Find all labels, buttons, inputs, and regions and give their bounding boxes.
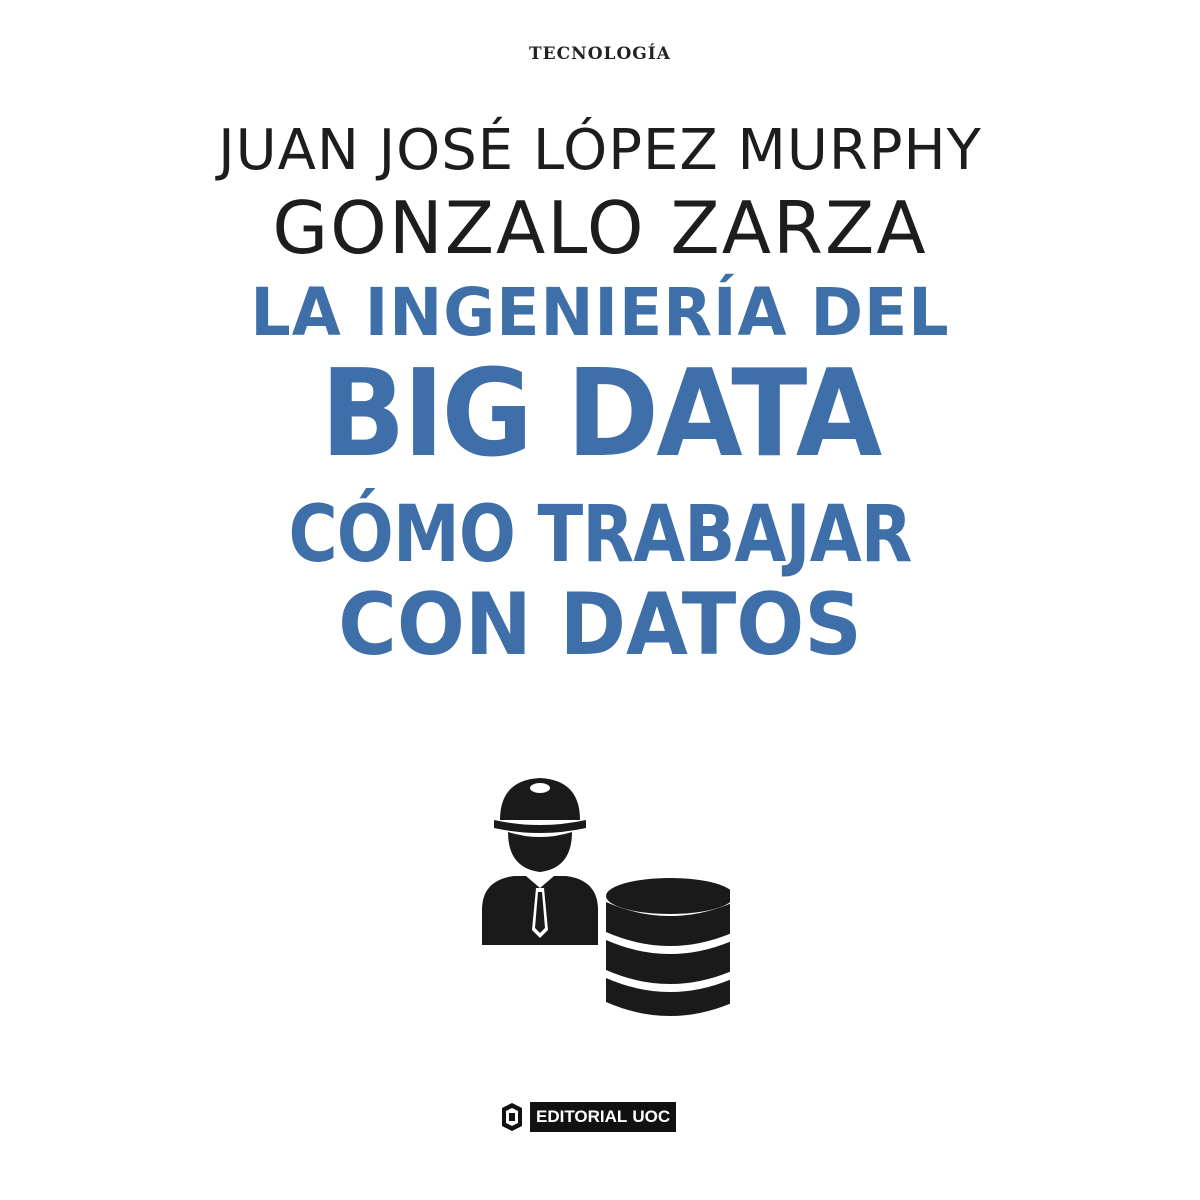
title-line: CON DATOS <box>338 575 862 675</box>
publisher-label: EDITORIAL <box>536 1107 628 1126</box>
worker-helmet-icon <box>482 778 598 945</box>
author-name: JUAN JOSÉ LÓPEZ MURPHY <box>218 118 982 183</box>
publisher-mark: EDITORIAL UOC <box>500 1102 677 1132</box>
cover-illustration <box>482 778 730 1016</box>
database-icon <box>606 878 730 1016</box>
series-label: TECNOLOGÍA <box>529 44 671 64</box>
title-line: LA INGENIERÍA DEL <box>250 274 950 351</box>
publisher-label-box: EDITORIAL UOC <box>530 1102 677 1132</box>
title-line: CÓMO TRABAJAR <box>288 490 912 580</box>
publisher-brand: UOC <box>632 1107 671 1126</box>
uoc-logo-icon <box>502 1103 522 1131</box>
book-cover: TECNOLOGÍA JUAN JOSÉ LÓPEZ MURPHY GONZAL… <box>0 0 1200 1200</box>
author-name: GONZALO ZARZA <box>272 186 928 270</box>
title-line: BIG DATA <box>320 345 883 484</box>
